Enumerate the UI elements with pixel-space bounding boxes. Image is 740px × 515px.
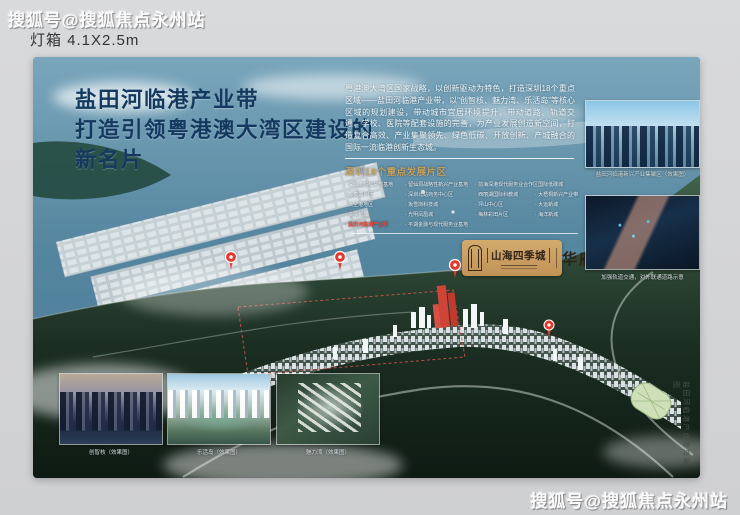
district-item: 海洋新城	[535, 210, 578, 220]
inset-caption: 创智核（效果图）	[59, 448, 163, 456]
district-item: 深圳北站商务中心区	[405, 190, 468, 200]
inset-photo-chuangzhihe	[59, 373, 163, 445]
brand-ornament	[501, 265, 537, 269]
district-item: 前海深港现代服务业合作区	[475, 180, 538, 190]
vertical-caption: 盐田河临港产业带鸟瞰图	[671, 381, 691, 473]
inset-caption: 乐活岛（效果图）	[167, 448, 271, 456]
district-item: 坂雪岗科技城	[405, 200, 468, 210]
title-line-2: 打造引领粤港澳大湾区建设的	[75, 115, 374, 145]
inset-photo-industry-cluster	[585, 100, 700, 168]
districts-column-3: 前海深港现代服务业合作区 西丽湖国际科教城 坪山中心区 梅林彩田片区	[475, 180, 538, 220]
divider-line	[345, 158, 574, 159]
district-item: 梅林彩田片区	[475, 210, 538, 220]
lightbox-size-label: 灯箱 4.1X2.5m	[30, 29, 139, 50]
district-item: 深圳湾超级总部基地	[345, 180, 393, 190]
district-item: 国际低碳城	[535, 180, 578, 190]
billboard-poster-image[interactable]: 盐田河临港产业带 打造引领粤港澳大湾区建设的 新名片 粤港澳大湾区国家战略，以创…	[33, 57, 700, 478]
inset-caption: 魅力湾（效果图）	[276, 448, 380, 456]
tower-emblem-icon	[468, 245, 482, 271]
district-item: 西丽湖国际科教城	[475, 190, 538, 200]
title-line-1: 盐田河临港产业带	[75, 85, 374, 115]
title-line-3: 新名片	[75, 145, 374, 175]
inset-photo-transit-map	[585, 195, 700, 270]
brand-badge: 山海四季城 华府	[462, 240, 562, 276]
district-item-highlighted: 盐田河临港产业带	[345, 220, 393, 230]
watermark-top: 搜狐号@搜狐焦点永州站	[8, 6, 206, 31]
intro-paragraph: 粤港澳大湾区国家战略，以创新驱动为特色，打造深圳18个重点区域——盐田河临港产业…	[345, 83, 575, 154]
district-item: 大空港地区	[345, 200, 393, 210]
inset-caption: 加强轨道交通，对外联通道路示意	[585, 273, 700, 281]
brand-name-block: 山海四季城	[487, 248, 550, 269]
brand-name: 山海四季城	[487, 248, 550, 263]
poster-title: 盐田河临港产业带 打造引领粤港澳大湾区建设的 新名片	[75, 85, 374, 175]
district-item: 光明凤凰城	[405, 210, 468, 220]
district-item: 会展新城	[345, 210, 393, 220]
badge-divider	[556, 248, 557, 268]
divider-line	[351, 233, 578, 234]
inset-photo-meiliwan	[276, 373, 380, 445]
district-item: 坪山中心区	[475, 200, 538, 210]
page: 搜狐号@搜狐焦点永州站 灯箱 4.1X2.5m	[0, 0, 740, 515]
districts-column-1: 深圳湾超级总部基地 香蜜湖片区 大空港地区 会展新城 盐田河临港产业带	[345, 180, 393, 230]
inset-photo-lehuodao	[167, 373, 271, 445]
district-item: 香蜜湖片区	[345, 190, 393, 200]
district-item: 平湖金融与现代服务业基地	[405, 220, 468, 230]
districts-heading: 深圳18个重点发展片区	[345, 164, 447, 178]
districts-column-2: 留仙洞战略性新兴产业基地 深圳北站商务中心区 坂雪岗科技城 光明凤凰城 平湖金融…	[405, 180, 468, 230]
watermark-bottom: 搜狐号@搜狐焦点永州站	[530, 487, 728, 512]
district-item: 大运新城	[535, 200, 578, 210]
district-item: 大梧桐新兴产业带	[535, 190, 578, 200]
district-item: 留仙洞战略性新兴产业基地	[405, 180, 468, 190]
districts-column-4: 国际低碳城 大梧桐新兴产业带 大运新城 海洋新城	[535, 180, 578, 220]
inset-caption: 盐田河临港新兴产业集聚区（效果图）	[585, 170, 700, 178]
